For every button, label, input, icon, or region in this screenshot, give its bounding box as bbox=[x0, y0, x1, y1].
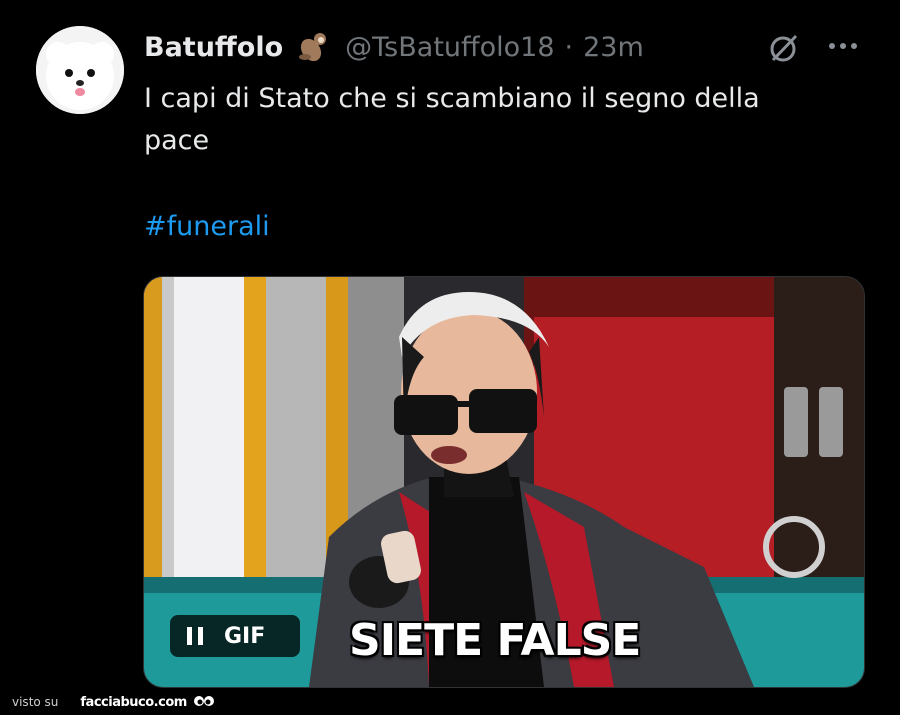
gif-media[interactable]: GIF SIETE FALSE bbox=[143, 276, 865, 688]
more-options-icon[interactable] bbox=[826, 36, 860, 56]
hashtag-link[interactable]: #funerali bbox=[144, 206, 270, 248]
tweet-timestamp[interactable]: 23m bbox=[583, 32, 644, 63]
watermark: visto su facciabuco.com bbox=[12, 692, 215, 712]
header-separator: · bbox=[564, 31, 574, 63]
grok-icon[interactable] bbox=[766, 30, 802, 66]
watermark-prefix: visto su bbox=[12, 695, 59, 709]
pause-icon[interactable] bbox=[180, 621, 210, 651]
author-display-name[interactable]: Batuffolo bbox=[144, 32, 283, 63]
gif-label: GIF bbox=[224, 623, 266, 649]
pomeranian-avatar-image bbox=[36, 26, 124, 114]
author-handle[interactable]: @TsBatuffolo18 bbox=[345, 32, 554, 63]
otter-emoji-icon bbox=[291, 30, 331, 64]
eyes-icon bbox=[193, 694, 215, 710]
watermark-brand: facciabuco.com bbox=[80, 694, 187, 710]
gif-caption: SIETE FALSE bbox=[349, 615, 641, 666]
tweet-text: I capi di Stato che si scambiano il segn… bbox=[144, 83, 760, 156]
avatar[interactable] bbox=[36, 26, 124, 114]
gif-badge[interactable]: GIF bbox=[170, 615, 300, 657]
tweet-header: Batuffolo @TsBatuffolo18 · 23m bbox=[144, 26, 644, 68]
